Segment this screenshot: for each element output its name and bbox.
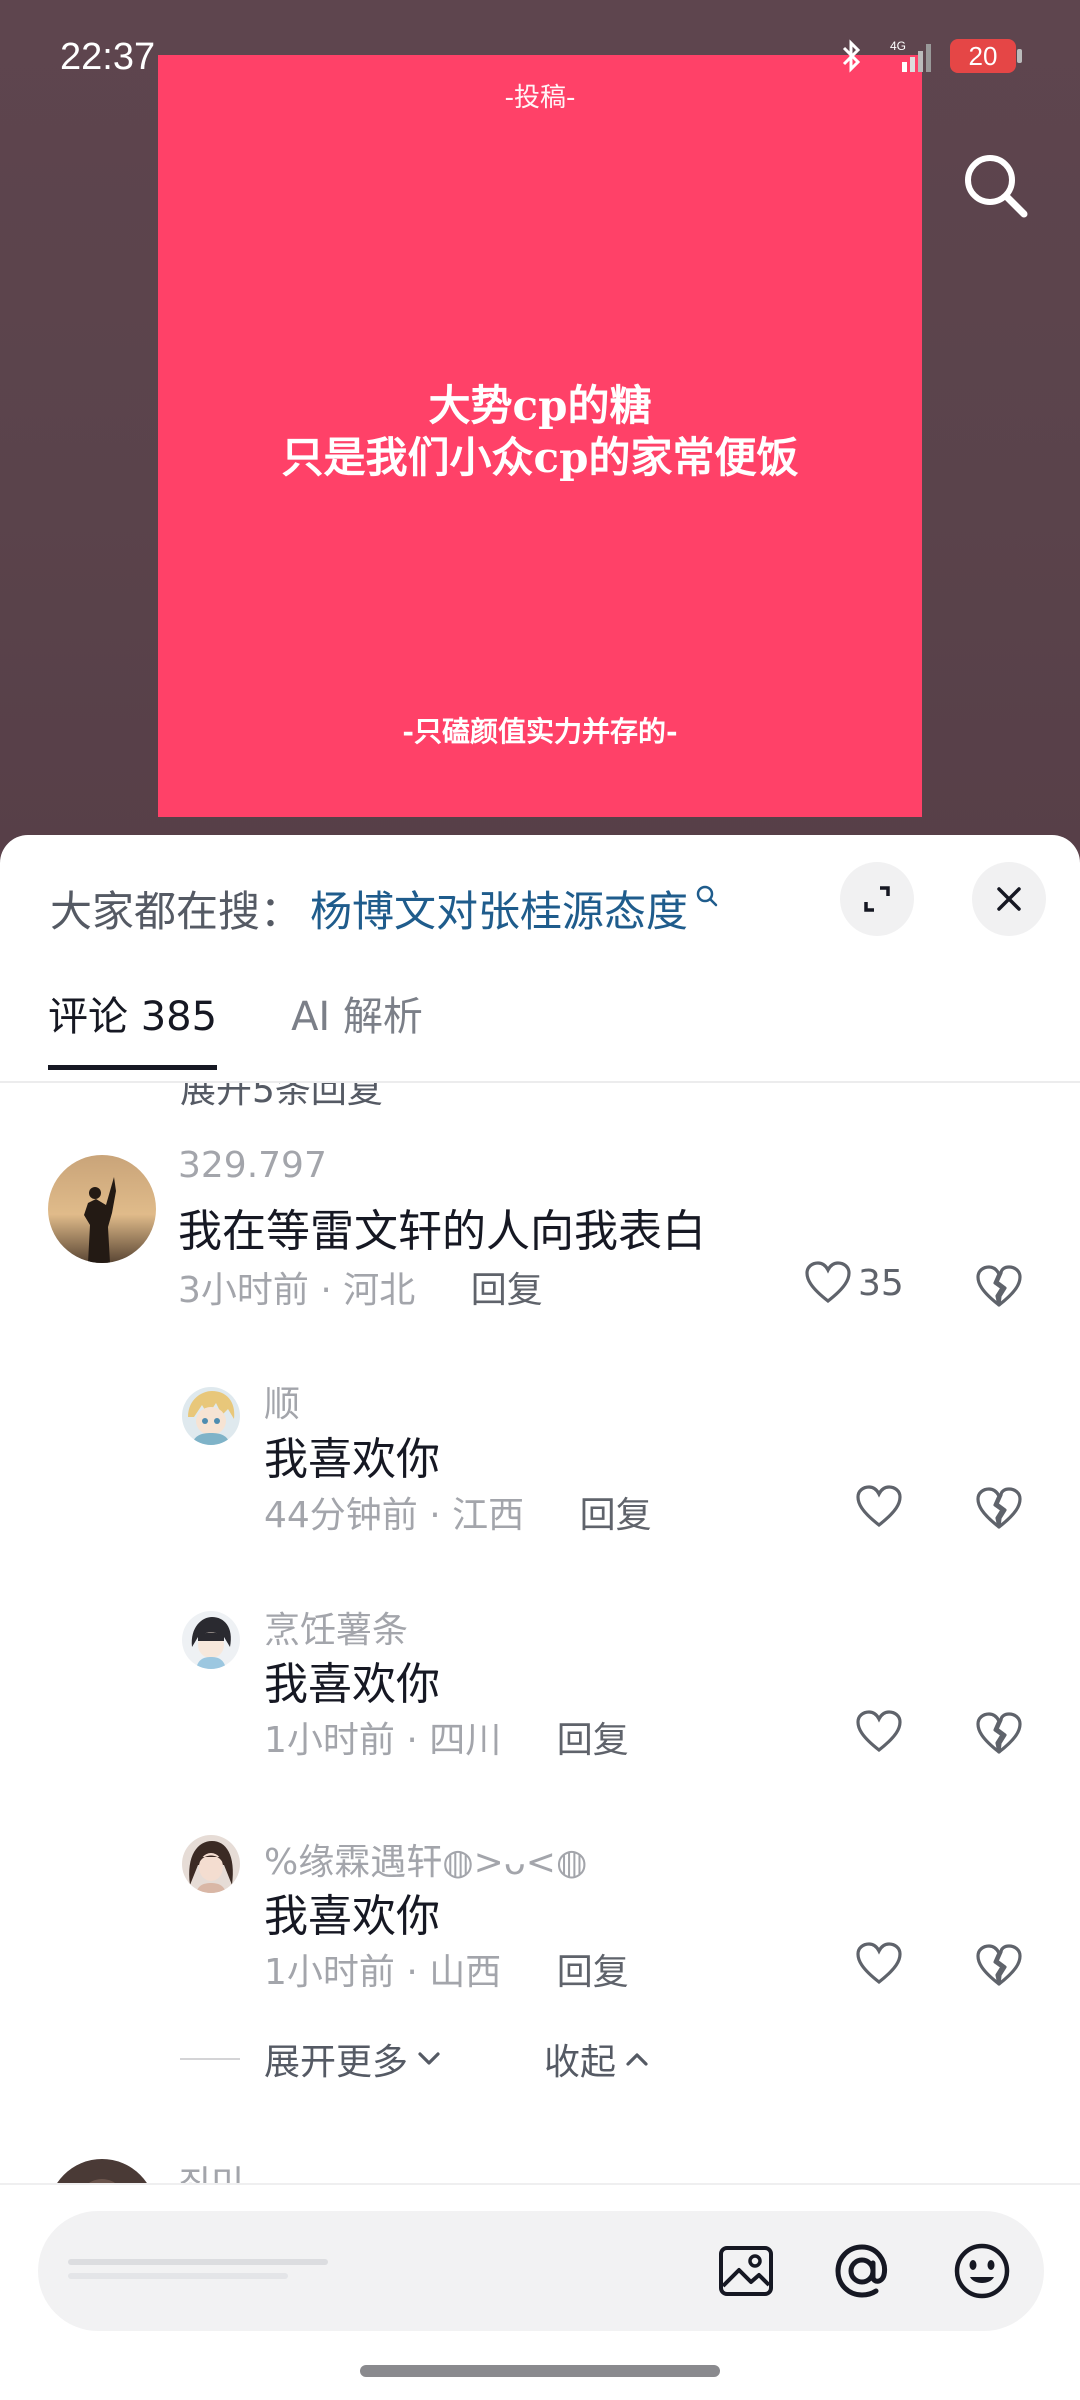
reply-button[interactable]: 回复: [557, 1952, 629, 1993]
battery-indicator: 20: [950, 39, 1022, 73]
heart-icon: [855, 1485, 903, 1529]
comment-time: 3小时前: [178, 1270, 309, 1311]
poster-image: -投稿- 大势cp的糖 只是我们小众cp的家常便饭 -只磕颜值实力并存的-: [158, 55, 922, 817]
trending-label: 大家都在搜：: [50, 886, 303, 936]
comment-text: 我在等雷文轩的人向我表白: [178, 1206, 706, 1257]
broken-heart-icon: [975, 1487, 1023, 1531]
poster-title: 大势cp的糖 只是我们小众cp的家常便饭: [158, 380, 922, 484]
network-type-label: 4G: [890, 39, 906, 53]
reply-location: 江西: [452, 1495, 525, 1536]
video-area[interactable]: -投稿- 大势cp的糖 只是我们小众cp的家常便饭 -只磕颜值实力并存的- 22…: [0, 0, 1080, 850]
reply-text: 我喜欢你: [264, 1659, 440, 1710]
reply-button[interactable]: 回复: [471, 1270, 543, 1311]
status-time: 22:37: [60, 36, 156, 78]
thread-actions: 展开更多 收起: [180, 2033, 652, 2085]
reply-time: 44分钟前: [264, 1495, 418, 1536]
avatar[interactable]: [48, 2159, 156, 2183]
like-button[interactable]: [855, 1485, 903, 1529]
collapse-label: 收起: [544, 2042, 617, 2083]
poster-title-line-1: 大势cp的糖: [428, 381, 652, 430]
input-divider: [0, 2183, 1080, 2185]
meta-separator: ·: [320, 1270, 344, 1311]
dislike-button[interactable]: [975, 1944, 1023, 1988]
like-count: 35: [858, 1262, 904, 1304]
close-icon: [994, 884, 1024, 914]
expand-more-button[interactable]: 展开更多: [264, 2033, 444, 2085]
like-button[interactable]: 35: [804, 1261, 904, 1305]
reply-meta: 44分钟前 · 江西 回复: [264, 1486, 652, 1538]
collapse-button[interactable]: 收起: [544, 2033, 652, 2085]
meta-separator: ·: [406, 1720, 430, 1761]
poster-footer: -只磕颜值实力并存的-: [402, 715, 678, 748]
dislike-button[interactable]: [975, 1265, 1023, 1309]
tab-comments[interactable]: 评论 385: [48, 990, 218, 1070]
mention-button[interactable]: [824, 2233, 900, 2309]
comment-input[interactable]: [38, 2211, 1044, 2331]
heart-icon: [855, 1710, 903, 1754]
search-small-icon: [694, 883, 720, 909]
emoji-button[interactable]: [944, 2233, 1020, 2309]
comment-input-placeholder: [68, 2251, 348, 2291]
poster-title-line-2: 只是我们小众cp的家常便饭: [281, 433, 799, 482]
reply-text: 我喜欢你: [264, 1434, 440, 1485]
expand-replies-label: 展开5条回复: [180, 1083, 383, 1111]
trending-search-bar[interactable]: 大家都在搜： 杨博文对张桂源态度: [50, 873, 720, 943]
comment-list[interactable]: 展开5条回复 329.797 我在等雷文轩的人向我表白 3小时前 · 河北 回复…: [0, 1083, 1080, 2183]
home-indicator[interactable]: [360, 2365, 720, 2377]
status-icons: 4G 20: [840, 38, 1022, 74]
reply-time: 1小时前: [264, 1952, 395, 1993]
expand-icon: [860, 882, 894, 916]
expand-replies-partial[interactable]: 展开5条回复: [180, 1083, 383, 1113]
broken-heart-icon: [975, 1265, 1023, 1309]
reply-meta: 1小时前 · 山西 回复: [264, 1943, 629, 1995]
dislike-button[interactable]: [975, 1487, 1023, 1531]
like-button[interactable]: [855, 1942, 903, 1986]
signal-icon: 4G: [880, 38, 934, 74]
heart-icon: [804, 1261, 852, 1305]
avatar[interactable]: [48, 1155, 156, 1263]
thread-dash: [180, 2058, 240, 2060]
avatar[interactable]: [182, 1387, 240, 1445]
comment-username[interactable]: 죄미: [178, 2155, 244, 2183]
reply-username[interactable]: %缘霖遇轩◍>ᴗ<◍: [264, 1833, 587, 1885]
reply-username[interactable]: 顺: [264, 1375, 300, 1427]
chevron-down-icon: [414, 2044, 444, 2074]
comment-location: 河北: [343, 1270, 416, 1311]
meta-separator: ·: [429, 1495, 453, 1536]
avatar[interactable]: [182, 1611, 240, 1669]
reply-button[interactable]: 回复: [580, 1495, 652, 1536]
reply-meta: 1小时前 · 四川 回复: [264, 1711, 629, 1763]
heart-icon: [855, 1942, 903, 1986]
expand-fullscreen-button[interactable]: [840, 862, 914, 936]
expand-more-label: 展开更多: [264, 2042, 409, 2083]
image-picker-button[interactable]: [708, 2233, 784, 2309]
broken-heart-icon: [975, 1712, 1023, 1756]
tab-ai-analysis[interactable]: AI 解析: [291, 990, 423, 1070]
image-icon: [717, 2244, 775, 2298]
comment-tabs: 评论 385 AI 解析: [48, 990, 423, 1070]
reply-text: 我喜欢你: [264, 1891, 440, 1942]
meta-separator: ·: [406, 1952, 430, 1993]
chevron-up-icon: [622, 2044, 652, 2074]
reply-location: 四川: [429, 1720, 502, 1761]
comment-meta: 3小时前 · 河北 回复: [178, 1261, 543, 1313]
reply-username[interactable]: 烹饪薯条: [264, 1601, 408, 1653]
reply-location: 山西: [429, 1952, 502, 1993]
reply-button[interactable]: 回复: [557, 1720, 629, 1761]
dislike-button[interactable]: [975, 1712, 1023, 1756]
comment-sheet: 大家都在搜： 杨博文对张桂源态度 评论 385 AI 解析 展开5条回复 329…: [0, 835, 1080, 2400]
bluetooth-icon: [840, 38, 864, 74]
reply-time: 1小时前: [264, 1720, 395, 1761]
comment-username[interactable]: 329.797: [178, 1145, 327, 1186]
like-button[interactable]: [855, 1710, 903, 1754]
trending-keyword[interactable]: 杨博文对张桂源态度: [310, 878, 688, 939]
at-sign-icon: [832, 2241, 892, 2301]
emoji-icon: [952, 2241, 1012, 2301]
avatar[interactable]: [182, 1835, 240, 1893]
close-button[interactable]: [972, 862, 1046, 936]
status-bar: 22:37 4G 20: [0, 0, 1080, 110]
broken-heart-icon: [975, 1944, 1023, 1988]
search-icon[interactable]: [960, 150, 1030, 220]
